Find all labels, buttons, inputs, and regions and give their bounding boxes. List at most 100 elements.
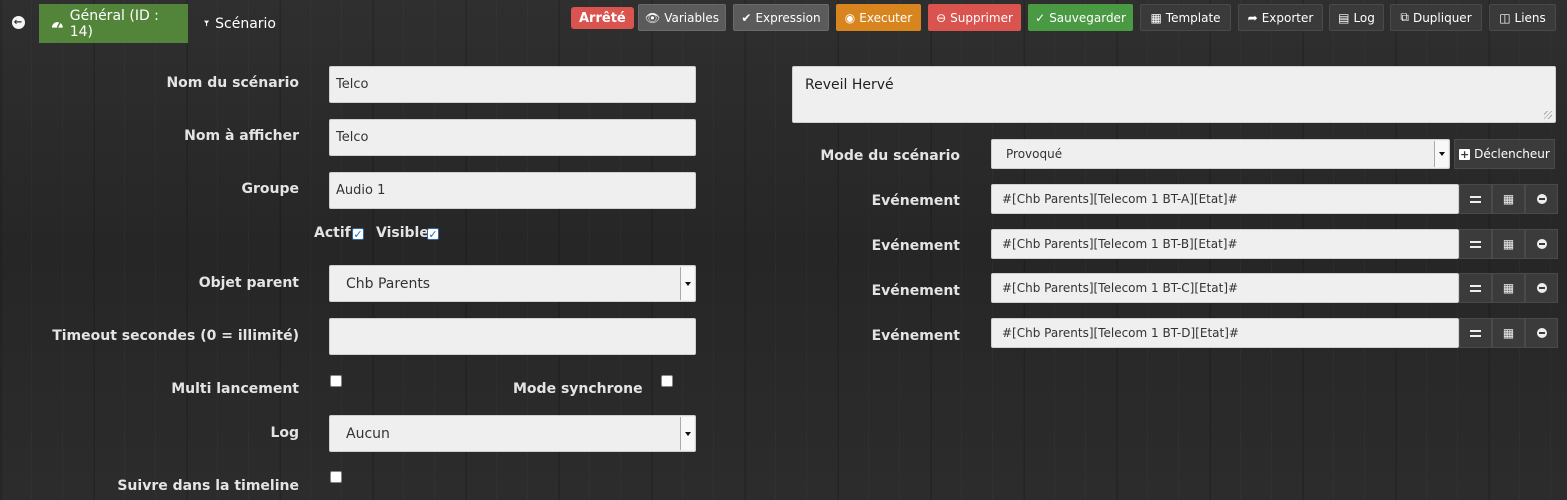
event-remove-button[interactable]: [1525, 184, 1558, 214]
tab-scenario-label: Scénario: [215, 15, 276, 32]
template-button[interactable]: ▦ Template: [1140, 4, 1231, 31]
group-input[interactable]: Audio 1: [329, 172, 696, 209]
name-label: Nom du scénario: [166, 75, 299, 91]
timeout-input[interactable]: [329, 318, 696, 355]
log-button-label: Log: [1353, 10, 1375, 25]
share-icon: ➦: [1247, 10, 1258, 25]
log-value: Aucun: [346, 425, 390, 442]
timeline-checkbox[interactable]: [330, 471, 342, 483]
scenario-mode-value: Provoqué: [1006, 147, 1063, 161]
expression-button[interactable]: ✔ Expression: [733, 4, 829, 31]
event-calculator-button[interactable]: ▦: [1492, 318, 1525, 348]
delete-label: Supprimer: [950, 10, 1013, 25]
links-button[interactable]: ◫ Liens: [1489, 4, 1556, 31]
scenario-mode-label: Mode du scénario: [820, 148, 960, 164]
tab-general[interactable]: Général (ID : 14): [39, 4, 188, 43]
event-input[interactable]: #[Chb Parents][Telecom 1 BT-D][Etat]#: [991, 318, 1459, 348]
tab-general-label: Général (ID : 14): [69, 7, 159, 40]
expression-label: Expression: [755, 10, 821, 25]
active-label: Actif: [314, 225, 351, 241]
list-icon: [1470, 329, 1481, 337]
copy-icon: ⧉: [1400, 10, 1409, 24]
minus-circle-icon: [1536, 239, 1547, 249]
template-label: Template: [1165, 10, 1221, 25]
calculator-icon: ▦: [1502, 326, 1515, 340]
event-label: Evénement: [871, 328, 960, 344]
list-icon: [1470, 284, 1481, 292]
display-name-label: Nom à afficher: [184, 128, 299, 144]
execute-button[interactable]: ◉ Executer: [836, 4, 921, 31]
variables-button[interactable]: 👁 Variables: [638, 4, 726, 31]
tab-scenario[interactable]: Scénario: [192, 4, 288, 43]
gamepad-icon: ◉: [844, 10, 856, 25]
multi-launch-label: Multi lancement: [171, 381, 299, 397]
duplicate-label: Dupliquer: [1412, 10, 1472, 25]
add-trigger-button[interactable]: + Déclencheur: [1454, 139, 1555, 169]
active-checkbox[interactable]: [352, 228, 364, 240]
delete-button[interactable]: ⊖ Supprimer: [928, 4, 1021, 31]
event-list-button[interactable]: [1459, 318, 1492, 348]
display-name-input[interactable]: Telco: [329, 119, 696, 156]
check-circle-icon: ✓: [1035, 10, 1046, 25]
description-textarea[interactable]: Reveil Hervé: [792, 66, 1556, 123]
sitemap-icon: ◫: [1499, 10, 1511, 25]
list-icon: [1470, 195, 1481, 203]
event-label: Evénement: [871, 193, 960, 209]
calculator-icon: ▦: [1502, 192, 1515, 206]
list-icon: [1470, 240, 1481, 248]
links-label: Liens: [1514, 10, 1546, 25]
file-icon: ▤: [1338, 10, 1350, 25]
scenario-mode-select[interactable]: Provoqué: [991, 139, 1450, 169]
event-calculator-button[interactable]: ▦: [1492, 229, 1525, 259]
dashboard-icon: [51, 21, 63, 28]
event-remove-button[interactable]: [1525, 318, 1558, 348]
chevron-down-icon: [680, 267, 694, 300]
chevron-down-icon: [680, 417, 694, 450]
event-input[interactable]: #[Chb Parents][Telecom 1 BT-A][Etat]#: [991, 184, 1459, 214]
event-calculator-button[interactable]: ▦: [1492, 273, 1525, 303]
calculator-icon: ▦: [1502, 281, 1515, 295]
execute-label: Executer: [859, 10, 913, 25]
event-list-button[interactable]: [1459, 184, 1492, 214]
parent-object-label: Objet parent: [198, 275, 299, 291]
description-text: Reveil Hervé: [805, 77, 894, 93]
name-input[interactable]: Telco: [329, 66, 696, 103]
timeline-label: Suivre dans la timeline: [117, 478, 299, 494]
event-remove-button[interactable]: [1525, 229, 1558, 259]
sync-mode-checkbox[interactable]: [661, 375, 673, 387]
event-calculator-button[interactable]: ▦: [1492, 184, 1525, 214]
eye-icon: 👁: [644, 10, 661, 25]
add-trigger-label: Déclencheur: [1474, 147, 1550, 161]
cubes-icon: ▦: [1150, 10, 1162, 25]
event-remove-button[interactable]: [1525, 273, 1558, 303]
arrow-left-icon: ←: [11, 15, 25, 29]
timeout-label: Timeout secondes (0 = illimité): [52, 328, 299, 344]
parent-object-select[interactable]: Chb Parents: [329, 265, 696, 302]
log-select[interactable]: Aucun: [329, 415, 696, 452]
variables-label: Variables: [664, 10, 720, 25]
filter-icon: [204, 20, 210, 27]
parent-object-value: Chb Parents: [346, 275, 431, 292]
event-label: Evénement: [871, 238, 960, 254]
log-label: Log: [270, 425, 299, 441]
check-icon: ✔: [741, 10, 752, 25]
log-button[interactable]: ▤ Log: [1329, 4, 1384, 31]
event-input[interactable]: #[Chb Parents][Telecom 1 BT-C][Etat]#: [991, 273, 1459, 303]
chevron-down-icon: [1434, 141, 1448, 167]
event-list-button[interactable]: [1459, 273, 1492, 303]
minus-circle-icon: [1536, 194, 1547, 204]
save-button[interactable]: ✓ Sauvegarder: [1028, 4, 1133, 31]
multi-launch-checkbox[interactable]: [330, 375, 342, 387]
visible-checkbox[interactable]: [427, 228, 439, 240]
duplicate-button[interactable]: ⧉ Dupliquer: [1390, 4, 1482, 31]
event-list-button[interactable]: [1459, 229, 1492, 259]
sync-mode-label: Mode synchrone: [513, 381, 643, 397]
visible-label: Visible: [376, 225, 429, 241]
export-button[interactable]: ➦ Exporter: [1238, 4, 1323, 31]
minus-circle-icon: [1536, 283, 1547, 293]
event-input[interactable]: #[Chb Parents][Telecom 1 BT-B][Etat]#: [991, 229, 1459, 259]
back-button[interactable]: ←: [5, 6, 31, 38]
resize-grip-icon[interactable]: [1544, 111, 1552, 119]
group-label: Groupe: [241, 181, 300, 197]
minus-circle-icon: ⊖: [936, 10, 947, 25]
